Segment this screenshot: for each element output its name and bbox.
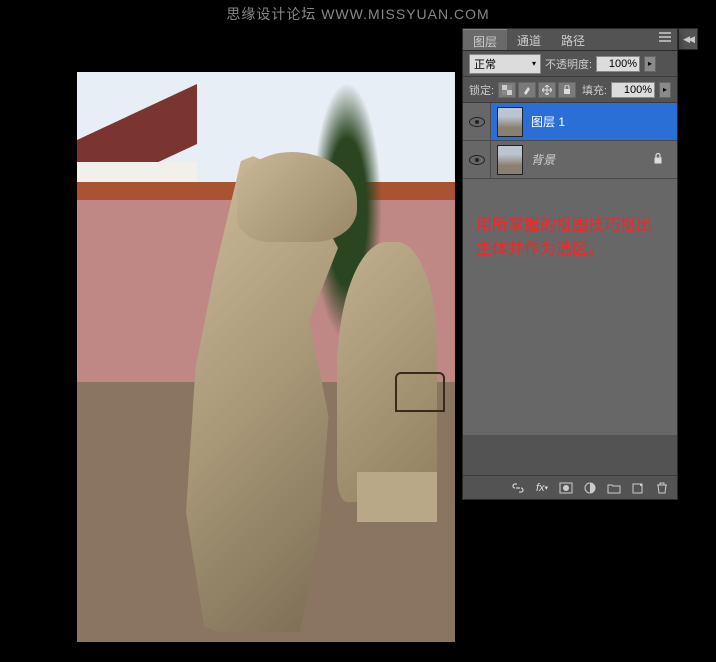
layer-style-button[interactable]: fx▾ bbox=[531, 479, 553, 497]
chevron-down-icon: ▾ bbox=[532, 59, 536, 68]
folder-icon bbox=[607, 481, 621, 495]
fill-input[interactable]: 100% bbox=[611, 82, 655, 98]
lock-buttons-group bbox=[498, 82, 576, 98]
layer-visibility-toggle[interactable] bbox=[463, 103, 491, 140]
layer-group-button[interactable] bbox=[603, 479, 625, 497]
layer-list: 图层 1 背景 bbox=[463, 103, 677, 435]
trash-icon bbox=[655, 481, 669, 495]
layer-row-background[interactable]: 背景 bbox=[463, 141, 677, 179]
lock-icon bbox=[653, 153, 663, 164]
canvas[interactable] bbox=[77, 72, 455, 642]
fx-icon: fx bbox=[536, 482, 545, 494]
layer-row-1[interactable]: 图层 1 bbox=[463, 103, 677, 141]
layer-name-label: 背景 bbox=[531, 151, 555, 168]
menu-icon bbox=[659, 32, 671, 42]
link-layers-button[interactable] bbox=[507, 479, 529, 497]
adjust-icon bbox=[583, 481, 597, 495]
lock-icon bbox=[562, 85, 572, 95]
panel-menu-button[interactable] bbox=[653, 29, 677, 50]
lock-pixels-button[interactable] bbox=[518, 82, 536, 98]
layer-thumbnail[interactable] bbox=[497, 107, 523, 137]
panel-footer: fx▾ bbox=[463, 475, 677, 499]
annotation-line1: 用所掌握的抠图技巧抠出 bbox=[476, 217, 652, 234]
layers-panel: 图层 通道 路径 正常 ▾ 不透明度: 100% ▸ 锁定: bbox=[462, 28, 678, 500]
layer-main-area[interactable]: 背景 bbox=[491, 141, 677, 178]
delete-layer-button[interactable] bbox=[651, 479, 673, 497]
layer-name-label: 图层 1 bbox=[531, 113, 565, 130]
new-layer-icon bbox=[631, 481, 645, 495]
blend-mode-dropdown[interactable]: 正常 ▾ bbox=[469, 54, 541, 74]
annotation-line2: 主体并作为选区。 bbox=[476, 241, 604, 258]
link-icon bbox=[511, 481, 525, 495]
blend-opacity-row: 正常 ▾ 不透明度: 100% ▸ bbox=[463, 51, 677, 77]
lock-fill-row: 锁定: 填充: 100% ▸ bbox=[463, 77, 677, 103]
brush-icon bbox=[522, 85, 532, 95]
layer-thumbnail[interactable] bbox=[497, 145, 523, 175]
canvas-chairs bbox=[395, 372, 445, 412]
lock-transparent-button[interactable] bbox=[498, 82, 516, 98]
mask-icon bbox=[559, 481, 573, 495]
fill-arrow-button[interactable]: ▸ bbox=[659, 82, 671, 98]
panel-tab-bar: 图层 通道 路径 bbox=[463, 29, 677, 51]
layer-mask-button[interactable] bbox=[555, 479, 577, 497]
collapse-arrows-icon: ◀◀ bbox=[683, 34, 693, 45]
transparency-icon bbox=[502, 85, 512, 95]
lock-position-button[interactable] bbox=[538, 82, 556, 98]
annotation-text: 用所掌握的抠图技巧抠出 主体并作为选区。 bbox=[476, 214, 678, 262]
tab-channels[interactable]: 通道 bbox=[507, 29, 551, 50]
eye-icon bbox=[469, 155, 485, 165]
panel-collapse-button[interactable]: ◀◀ bbox=[678, 28, 698, 50]
layer-lock-indicator bbox=[653, 153, 663, 167]
move-icon bbox=[542, 85, 552, 95]
opacity-label: 不透明度: bbox=[545, 56, 592, 72]
canvas-pedestal bbox=[357, 472, 437, 522]
blend-mode-value: 正常 bbox=[474, 56, 496, 72]
lock-all-button[interactable] bbox=[558, 82, 576, 98]
layer-visibility-toggle[interactable] bbox=[463, 141, 491, 178]
new-layer-button[interactable] bbox=[627, 479, 649, 497]
tab-layers[interactable]: 图层 bbox=[463, 29, 507, 50]
watermark-text: 思缘设计论坛 WWW.MISSYUAN.COM bbox=[0, 4, 716, 24]
fill-label: 填充: bbox=[582, 82, 607, 98]
opacity-arrow-button[interactable]: ▸ bbox=[644, 56, 656, 72]
opacity-input[interactable]: 100% bbox=[596, 56, 640, 72]
eye-icon bbox=[469, 117, 485, 127]
lock-label: 锁定: bbox=[469, 82, 494, 98]
tab-paths[interactable]: 路径 bbox=[551, 29, 595, 50]
adjustment-layer-button[interactable] bbox=[579, 479, 601, 497]
layer-main-area[interactable]: 图层 1 bbox=[491, 103, 677, 140]
